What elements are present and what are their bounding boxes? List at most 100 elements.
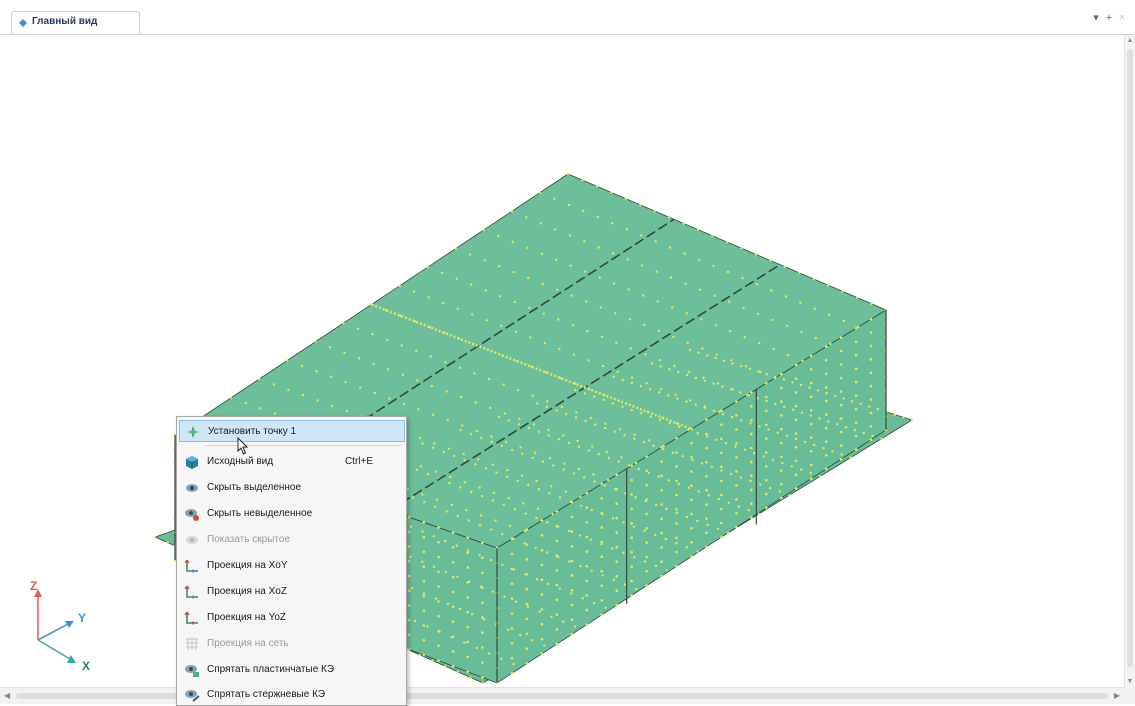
wall-mesh-node (869, 331, 873, 334)
ground-mesh-node (459, 428, 462, 432)
menu-item-projection-xoz[interactable]: Проекция на XoZ (179, 581, 405, 603)
ground-mesh-node (489, 558, 493, 562)
roof-mesh-node (655, 270, 658, 273)
ground-mesh-node (593, 395, 596, 398)
roof-mesh-node (627, 288, 630, 291)
ground-mesh-node (707, 494, 710, 497)
roof-mesh-node (557, 318, 560, 321)
wall-mesh-node (809, 436, 813, 440)
wall-mesh-node (630, 478, 633, 482)
wall-mesh-node (540, 548, 544, 552)
tab-main-view[interactable]: Главный вид (11, 11, 140, 34)
wall-mesh-node (422, 594, 426, 598)
ground-mesh-node (517, 423, 521, 426)
close-icon[interactable]: × (1116, 12, 1128, 24)
ground-mesh-node (842, 397, 845, 400)
wall-mesh-node (765, 395, 768, 399)
roof-mesh-node (447, 447, 451, 450)
wall-mesh-node (510, 552, 514, 556)
menu-item-label: Проекция на сеть (207, 638, 289, 649)
menu-item-initial-view[interactable]: Исходный вид Ctrl+E (179, 451, 405, 473)
ground-mesh-node (642, 441, 646, 444)
wall-mesh-node (869, 344, 873, 348)
menu-item-label: Скрыть выделенное (207, 482, 302, 493)
wall-mesh-node (451, 664, 455, 668)
roof-mesh-node (672, 335, 675, 338)
wall-mesh-node (824, 454, 828, 457)
ground-mesh-node (418, 653, 422, 657)
wall-mesh-node (705, 531, 708, 534)
add-icon[interactable]: + (1103, 12, 1115, 24)
roof-mesh-node (498, 265, 501, 268)
roof-mesh-node (570, 294, 573, 297)
wall-mesh-node (765, 423, 768, 427)
wall-mesh-node (540, 534, 544, 537)
menu-item-projection-yoz[interactable]: Проекция на YoZ (179, 607, 405, 629)
roof-mesh-node (668, 246, 672, 249)
scroll-down-icon[interactable]: ▼ (1126, 678, 1134, 685)
scroll-up-icon[interactable]: ▲ (1126, 37, 1134, 44)
roof-mesh-node (640, 234, 643, 237)
roof-mesh-node (731, 388, 734, 391)
ground-mesh-node (527, 483, 530, 487)
wall-mesh-node (720, 507, 723, 511)
wall-mesh-node (869, 384, 873, 388)
roof-mesh-node (572, 353, 576, 356)
menu-item-hide-unselected[interactable]: Скрыть невыделенное (179, 503, 405, 525)
dropdown-icon[interactable]: ▾ (1090, 12, 1102, 24)
scroll-left-icon[interactable]: ◀ (4, 691, 10, 700)
ground-mesh-node (632, 525, 636, 528)
menu-item-set-point-1[interactable]: Установить точку 1 (179, 420, 405, 442)
ground-mesh-node (535, 402, 539, 405)
ground-mesh-node (490, 440, 493, 444)
ground-mesh-node (851, 400, 854, 403)
roof-mesh-node (507, 496, 510, 500)
roof-mesh-node (422, 521, 425, 524)
scroll-right-icon[interactable]: ▶ (1114, 691, 1120, 700)
ground-mesh-node (639, 384, 643, 388)
wall-mesh-node (585, 594, 589, 597)
ground-mesh-node (622, 521, 625, 524)
wall-mesh-node (839, 457, 843, 461)
menu-separator (205, 445, 401, 446)
ground-mesh-node (557, 438, 561, 441)
menu-item-hide-selected[interactable]: Скрыть выделенное (179, 477, 405, 499)
roof-mesh-node (430, 384, 434, 388)
ground-mesh-node (409, 555, 412, 558)
ground-mesh-node (583, 392, 586, 395)
wall-mesh-node (705, 446, 708, 450)
wall-mesh-node (869, 425, 873, 428)
ground-mesh-node (667, 479, 670, 482)
ground-mesh-node (853, 428, 857, 432)
roof-mesh-node (444, 361, 447, 364)
roof-mesh-node (711, 234, 714, 237)
wall-mesh-node (466, 596, 470, 599)
vertical-scroll-thumb[interactable] (1127, 49, 1133, 667)
roof-mesh-node (357, 357, 361, 360)
roof-mesh-node (418, 436, 421, 440)
ground-mesh-node (705, 354, 709, 357)
wall-mesh-node (615, 473, 618, 477)
ground-mesh-node (849, 456, 852, 459)
wall-mesh-node (750, 405, 753, 408)
menu-item-hide-plate-elements[interactable]: Спрятать пластинчатые КЭ (179, 659, 405, 681)
model-viewport[interactable] (0, 35, 1124, 687)
wall-mesh-node (705, 489, 708, 492)
horizontal-scrollbar[interactable]: ◀ ▶ (0, 687, 1124, 704)
ground-mesh-node (500, 657, 503, 660)
wall-mesh-node (615, 560, 618, 563)
roof-mesh-node (784, 295, 788, 298)
wall-mesh-node (869, 398, 873, 401)
roof-mesh-node (643, 323, 646, 327)
ground-mesh-node (484, 467, 488, 470)
wall-mesh-node (422, 609, 426, 613)
roof-mesh-node (419, 465, 423, 468)
roof-mesh-node (658, 358, 662, 362)
menu-item-projection-xoy[interactable]: Проекция на XoY (179, 555, 405, 577)
vertical-scrollbar[interactable]: ▲ ▼ (1124, 35, 1135, 687)
ground-mesh-node (685, 400, 688, 403)
roof-mesh-node (513, 300, 516, 304)
roof-mesh-node (561, 434, 565, 437)
menu-item-hide-bar-elements[interactable]: Спрятать стержневые КЭ (179, 684, 405, 706)
roof-mesh-node (535, 479, 538, 483)
